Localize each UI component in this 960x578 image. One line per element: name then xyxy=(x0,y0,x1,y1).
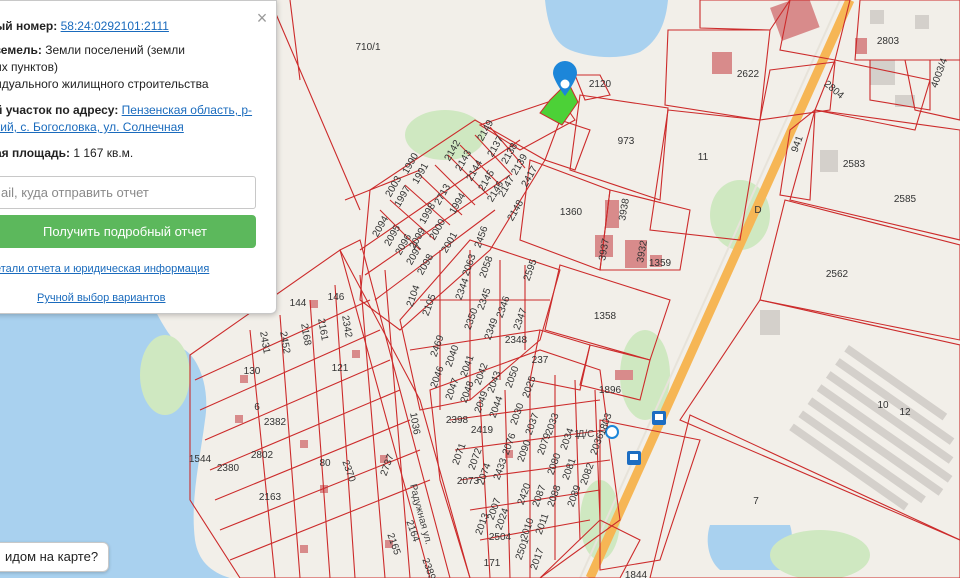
land-category-line2: их пунктов) xyxy=(0,60,58,74)
address-row: й участок по адресу: Пензенская область,… xyxy=(0,102,260,119)
parcel-number-label: 1358 xyxy=(594,311,617,322)
parcel-number-label: 2380 xyxy=(217,463,240,474)
address-link-line2[interactable]: кий, с. Богословка, ул. Солнечная xyxy=(0,119,260,136)
cadastral-number-link[interactable]: 58:24:0292101:2111 xyxy=(61,19,169,33)
parcel-number-label: 237 xyxy=(532,355,549,366)
area-value: 1 167 кв.м. xyxy=(73,146,134,160)
street-name-label: Д/С xyxy=(578,429,595,440)
parcel-number-label: 2585 xyxy=(894,194,917,205)
area-row: ая площадь: 1 167 кв.м. xyxy=(0,145,260,162)
manual-selection-link[interactable]: Ручной выбор вариантов xyxy=(37,292,165,304)
help-bubble[interactable]: идом на карте? xyxy=(0,542,110,572)
bus-stop-icon[interactable] xyxy=(652,411,666,425)
parcel-number-label: 1544 xyxy=(189,454,212,465)
parcel-number-label: 130 xyxy=(244,366,261,377)
cadastral-number-row: ый номер: 58:24:0292101:2111 xyxy=(0,18,260,35)
parcel-number-label: D xyxy=(754,205,761,216)
address-label: й участок по адресу: xyxy=(0,103,119,117)
parcel-number-label: 80 xyxy=(319,458,331,469)
parcel-number-label: 2163 xyxy=(259,492,282,503)
parcel-info-panel: × ый номер: 58:24:0292101:2111 земель: З… xyxy=(0,0,277,314)
parcel-number-label: 2419 xyxy=(471,425,494,436)
parcel-number-label: 1360 xyxy=(560,207,583,218)
parcel-number-label: 2382 xyxy=(264,417,287,428)
parcel-number-label: 2583 xyxy=(843,159,866,170)
parcel-number-label: 710/1 xyxy=(355,42,380,53)
parcel-number-label: 1896 xyxy=(599,385,622,396)
parcel-number-label: 11 xyxy=(698,152,709,163)
parcel-number-label: 2803 xyxy=(877,36,900,47)
address-link[interactable]: Пензенская область, р- xyxy=(122,103,252,117)
parcel-number-label: 6 xyxy=(254,402,260,413)
parcel-number-label: 2562 xyxy=(826,269,849,280)
land-category-line3: идуального жилищного строительства xyxy=(0,77,209,91)
parcel-number-label: 2622 xyxy=(737,69,760,80)
parcel-number-label: 973 xyxy=(618,136,635,147)
land-category-row: земель: Земли поселений (земли xyxy=(0,42,260,59)
parcel-number-label: 144 xyxy=(290,298,307,309)
parcel-number-label: 7 xyxy=(753,496,759,507)
parcel-number-label: 2504 xyxy=(489,532,512,543)
parcel-number-label: 146 xyxy=(328,292,345,303)
area-label: ая площадь: xyxy=(0,146,70,160)
cadastral-number-label: ый номер: xyxy=(0,19,58,33)
get-report-button[interactable]: Получить подробный отчет xyxy=(0,215,256,248)
parcel-number-label: 171 xyxy=(484,558,501,569)
parcel-number-label: 1844 xyxy=(625,570,648,578)
parcel-number-label: 2348 xyxy=(505,335,528,346)
report-details-link[interactable]: етали отчета и юридическая информация xyxy=(0,263,209,275)
land-category-value: Земли поселений (земли xyxy=(45,43,185,57)
parcel-number-label: 2802 xyxy=(251,450,274,461)
parcel-number-label: 2120 xyxy=(589,79,612,90)
email-input[interactable] xyxy=(0,176,256,209)
parcel-number-label: 1359 xyxy=(649,258,672,269)
parcel-number-label: 12 xyxy=(899,407,911,418)
parcel-number-label: 2398 xyxy=(446,415,469,426)
parcel-number-label: 121 xyxy=(332,363,349,374)
land-category-label: земель: xyxy=(0,43,42,57)
parcel-number-label: 10 xyxy=(877,400,889,411)
bus-stop-icon-2[interactable] xyxy=(627,451,641,465)
